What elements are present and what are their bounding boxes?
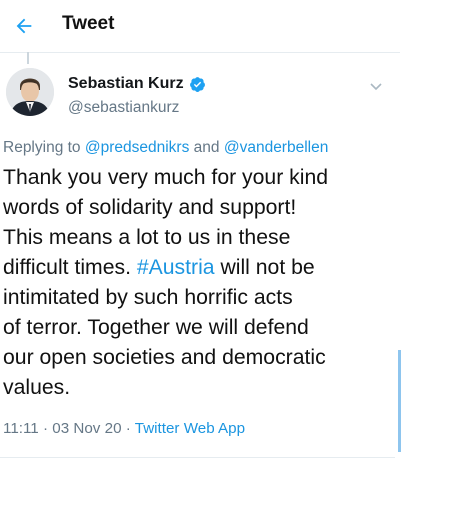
replying-to-label: Replying to bbox=[3, 139, 81, 156]
tweet-header: Tweet bbox=[0, 0, 400, 53]
mention-link-vanderbellen[interactable]: @vanderbellen bbox=[224, 139, 329, 156]
tweet-text-line: our open societies and democratic bbox=[3, 346, 326, 369]
tweet-text-line: values. bbox=[3, 376, 71, 399]
tweet-text: Thank you very much for your kind words … bbox=[3, 163, 393, 403]
verified-badge-icon bbox=[189, 76, 206, 93]
arrow-left-icon bbox=[16, 18, 32, 34]
hashtag-link-austria[interactable]: #Austria bbox=[137, 256, 215, 279]
tweet-menu-button[interactable] bbox=[367, 80, 385, 94]
tweet-time[interactable]: 11:11 bbox=[3, 420, 39, 437]
author-name[interactable]: Sebastian Kurz bbox=[68, 75, 206, 93]
divider bbox=[0, 457, 395, 458]
tweet-meta: 11:11 · 03 Nov 20 · Twitter Web App bbox=[3, 420, 245, 437]
tweet-source-link[interactable]: Twitter Web App bbox=[135, 420, 245, 437]
mention-link-predsednikrs[interactable]: @predsednikrs bbox=[85, 139, 189, 156]
tweet-text-line: difficult times. #Austria will not be bbox=[3, 253, 393, 283]
replying-to-and: and bbox=[193, 139, 220, 156]
back-button[interactable] bbox=[10, 12, 38, 40]
meta-separator: · bbox=[125, 420, 131, 437]
author-handle[interactable]: @sebastiankurz bbox=[68, 99, 179, 117]
tweet-text-segment: will not be bbox=[220, 256, 315, 279]
thread-connector-line bbox=[27, 52, 29, 64]
tweet-text-line: intimitated by such horrific acts bbox=[3, 286, 293, 309]
avatar[interactable] bbox=[6, 68, 54, 116]
tweet-text-line: of terror. Together we will defend bbox=[3, 316, 309, 339]
page-title: Tweet bbox=[62, 13, 115, 34]
tweet-text-line: words of solidarity and support! bbox=[3, 196, 297, 219]
tweet-text-segment: difficult times. bbox=[3, 256, 131, 279]
replying-to: Replying to @predsednikrs and @vanderbel… bbox=[3, 139, 328, 157]
chevron-down-icon bbox=[370, 83, 382, 91]
tweet-text-line: This means a lot to us in these bbox=[3, 226, 291, 249]
tweet-date[interactable]: 03 Nov 20 bbox=[52, 420, 121, 437]
avatar-image bbox=[6, 68, 54, 116]
scrollbar-thumb[interactable] bbox=[398, 350, 401, 452]
author-name-text: Sebastian Kurz bbox=[68, 75, 184, 92]
meta-separator: · bbox=[42, 420, 49, 437]
tweet-text-line: Thank you very much for your kind bbox=[3, 166, 329, 189]
